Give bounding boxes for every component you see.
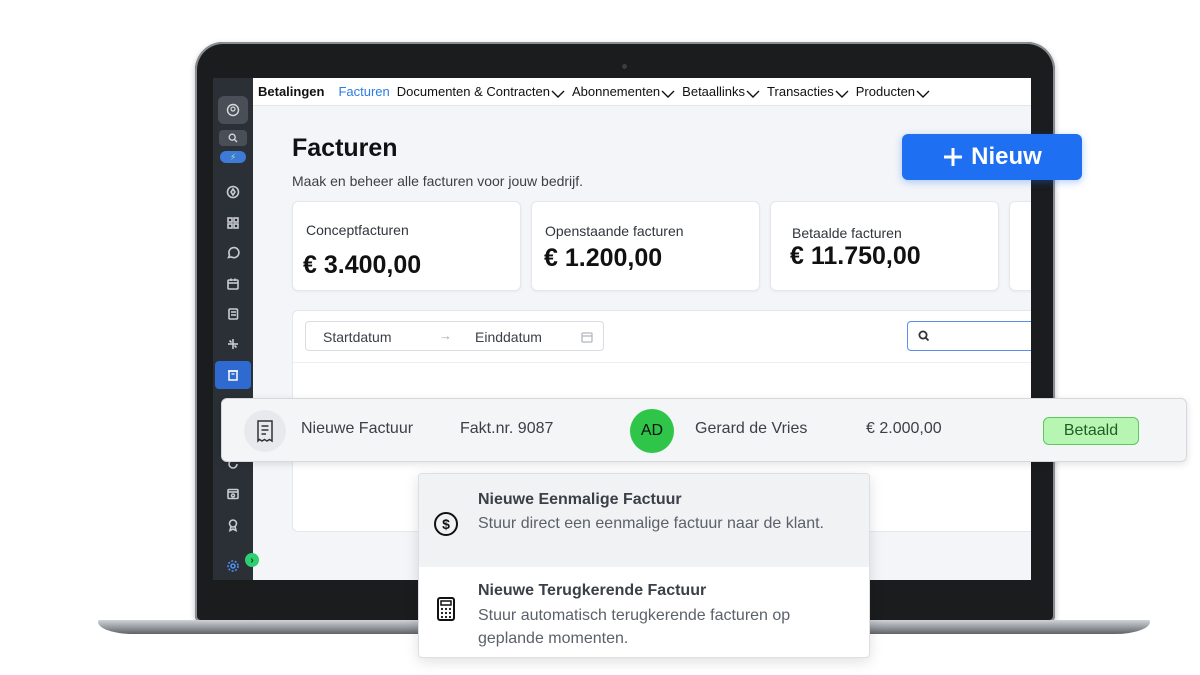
tab-label: Betaallinks [682,84,746,99]
svg-text:$: $ [442,516,450,532]
compass-icon[interactable] [222,181,244,203]
chevron-down-icon [551,87,565,98]
status-badge: Betaald [1043,417,1139,445]
expand-sidebar-icon[interactable]: › [245,553,259,567]
stat-card-openstaand[interactable]: Openstaande facturen € 1.200,00 [531,201,760,291]
menu-item-title: Nieuwe Terugkerende Factuur [478,582,707,599]
stat-card-betaald[interactable]: Betaalde facturen € 11.750,00 [770,201,999,291]
chat-icon[interactable] [222,242,244,264]
integrations-icon[interactable] [222,333,244,355]
plus-icon [942,146,964,168]
invoice-number: Fakt.nr. 9087 [460,420,554,437]
search-icon [918,330,930,342]
menu-item-title: Nieuwe Eenmalige Factuur [478,491,682,508]
new-button-label: Nieuw [971,143,1042,170]
invoice-title: Nieuwe Factuur [301,420,414,437]
menu-item-one-time-invoice[interactable]: $ Nieuwe Eenmalige Factuur Stuur direct … [419,474,869,567]
tab-betaallinks[interactable]: Betaallinks [682,84,760,99]
nav-brand[interactable]: Betalingen [258,84,324,99]
media-archive-icon[interactable] [222,483,244,505]
receipt-icon [244,410,286,452]
new-invoice-menu: $ Nieuwe Eenmalige Factuur Stuur direct … [418,473,870,658]
calendar-icon [581,330,593,343]
tab-label: Transacties [767,84,834,99]
workspace-logo-icon[interactable] [218,96,248,124]
chevron-down-icon [916,87,930,98]
divider [293,362,1031,363]
tab-facturen[interactable]: Facturen [338,84,389,99]
stat-card-partial[interactable] [1009,201,1031,291]
chevron-down-icon [661,87,675,98]
customer-name: Gerard de Vries [695,420,808,437]
laptop-camera [622,64,627,69]
stat-card-concept[interactable]: Conceptfacturen € 3.400,00 [292,201,521,291]
invoice-amount: € 2.000,00 [866,420,942,437]
chevron-down-icon [746,87,760,98]
tab-documenten-contracten[interactable]: Documenten & Contracten [397,84,565,99]
stat-value: € 11.750,00 [790,242,921,270]
stat-value: € 1.200,00 [544,244,663,272]
tab-label: Producten [855,84,916,99]
reputation-award-icon[interactable] [222,514,244,536]
page-subtitle: Maak en beheer alle facturen voor jouw b… [292,173,584,189]
contacts-book-icon[interactable] [222,303,244,325]
tab-label: Facturen [338,84,390,99]
start-date-field[interactable]: Startdatum [323,329,391,345]
settings-gear-icon[interactable] [222,555,244,577]
menu-item-description: Stuur automatisch terugkerende facturen … [478,607,791,647]
tab-abonnementen[interactable]: Abonnementen [572,84,675,99]
arrow-right-icon: → [439,328,452,343]
stat-label: Openstaande facturen [545,223,684,239]
payments-nav-icon[interactable] [215,361,251,389]
dollar-circle-icon: $ [433,511,459,537]
invoice-row[interactable]: Nieuwe Factuur Fakt.nr. 9087 AD Gerard d… [221,398,1187,462]
end-date-field[interactable]: Einddatum [475,329,542,345]
tab-transacties[interactable]: Transacties [767,84,849,99]
menu-item-recurring-invoice[interactable]: Nieuwe Terugkerende Factuur Stuur automa… [419,567,869,657]
lightning-icon[interactable]: ⚡ [220,151,246,163]
sidebar: ⚡ › [213,78,259,580]
avatar: AD [630,409,674,453]
stat-label: Betaalde facturen [792,225,902,241]
top-navigation: Betalingen Facturen Documenten & Contrac… [253,78,1031,106]
chevron-down-icon [835,87,849,98]
tab-producten[interactable]: Producten [856,84,930,99]
calculator-icon [433,596,459,622]
stat-label: Conceptfacturen [306,222,409,238]
dashboard-grid-icon[interactable] [222,212,244,234]
search-icon[interactable] [219,130,247,146]
page-title: Facturen [292,134,398,162]
search-input[interactable] [907,321,1031,351]
date-range-picker[interactable]: Startdatum → Einddatum [305,321,604,351]
calendar-icon[interactable] [222,273,244,295]
tab-label: Abonnementen [571,84,661,99]
menu-item-description: Stuur direct een eenmalige factuur naar … [478,515,824,532]
new-invoice-button[interactable]: Nieuw [902,134,1082,180]
tab-label: Documenten & Contracten [396,84,550,99]
stat-value: € 3.400,00 [303,251,422,279]
